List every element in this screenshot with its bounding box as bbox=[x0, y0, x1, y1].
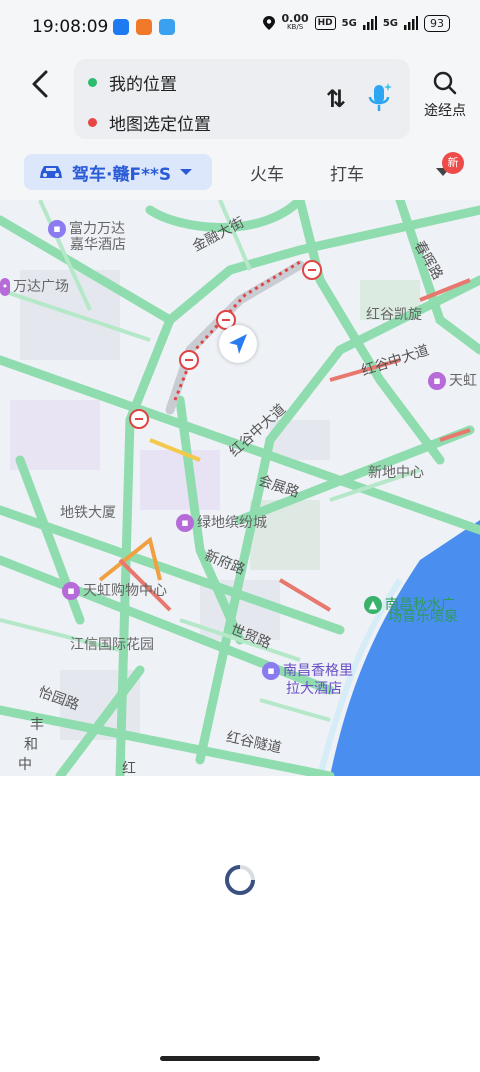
hotel-icon: ▪ bbox=[48, 220, 66, 238]
poi-shangrila[interactable]: ▪ 南昌香格里 bbox=[262, 660, 353, 680]
weather-app-icon bbox=[159, 19, 175, 35]
road-closure-icon[interactable] bbox=[179, 350, 199, 370]
chevron-down-icon bbox=[180, 169, 193, 175]
map-app-icon bbox=[136, 19, 152, 35]
navigation-arrow-icon bbox=[229, 334, 247, 354]
status-indicators: 0.00 KB/S HD 5G 5G 93 bbox=[262, 12, 450, 32]
poi-tianhong-mall[interactable]: ▪ 天虹购物中心 bbox=[62, 580, 167, 600]
signal-bars-1-icon bbox=[362, 16, 377, 30]
signal-1-label: 5G bbox=[341, 17, 357, 29]
road-closure-icon[interactable] bbox=[302, 260, 322, 280]
poi-lvdi-text: 绿地缤纷城 bbox=[197, 515, 267, 531]
shopping-bag-icon: ▪ bbox=[428, 372, 446, 390]
hd-badge: HD bbox=[314, 16, 336, 30]
shopping-bag-icon: • bbox=[0, 278, 10, 296]
map-roads bbox=[0, 200, 480, 776]
voice-mic-icon[interactable] bbox=[366, 81, 394, 115]
poi-qiushui-line2: 场音乐喷泉 bbox=[388, 609, 458, 625]
status-time: 19:08:09 bbox=[32, 17, 109, 37]
poi-wanda-text: 万达广场 bbox=[13, 279, 69, 295]
poi-shangrila-line2: 拉大酒店 bbox=[286, 681, 342, 697]
loading-spinner-icon bbox=[225, 865, 255, 895]
road-hong: 红 bbox=[122, 761, 136, 776]
swap-route-icon[interactable]: ⇅ bbox=[326, 85, 346, 113]
map-view[interactable]: ▪ 富力万达 嘉华酒店 • 万达广场 金融大街 春晖路 红谷凯旋 红谷中大道 ▪ 天虹… bbox=[0, 200, 480, 776]
poi-lvdi[interactable]: ▪ 绿地缤纷城 bbox=[176, 512, 267, 532]
destination-row[interactable]: 地图选定位置 bbox=[88, 111, 211, 135]
current-location-marker bbox=[219, 325, 257, 363]
route-input-box: 我的位置 地图选定位置 ⇅ bbox=[74, 59, 410, 139]
poi-wanda[interactable]: • 万达广场 bbox=[0, 276, 69, 296]
road-he: 和 bbox=[24, 737, 38, 753]
signal-bars-2-icon bbox=[404, 16, 418, 30]
route-header: 我的位置 地图选定位置 ⇅ 途经点 驾车·赣F**S 火车 打车 新 bbox=[0, 56, 480, 200]
poi-ditie[interactable]: 地铁大厦 bbox=[60, 502, 116, 522]
shopping-bag-icon: ▪ bbox=[176, 514, 194, 532]
transport-tabs: 驾车·赣F**S 火车 打车 新 bbox=[0, 152, 480, 192]
poi-fuli-line2: 嘉华酒店 bbox=[70, 237, 126, 253]
tab-train[interactable]: 火车 bbox=[250, 160, 284, 185]
poi-tianhong-right[interactable]: ▪ 天虹 bbox=[428, 370, 477, 390]
poi-shangrila-line1: 南昌香格里 bbox=[283, 663, 353, 679]
location-app-icon bbox=[113, 19, 129, 35]
poi-tianhong-mall-text: 天虹购物中心 bbox=[83, 583, 167, 599]
tab-taxi[interactable]: 打车 bbox=[330, 160, 364, 185]
park-icon: ▲ bbox=[364, 596, 382, 614]
destination-text: 地图选定位置 bbox=[109, 114, 211, 135]
net-speed: 0.00 KB/S bbox=[281, 12, 309, 32]
road-feng: 丰 bbox=[30, 717, 44, 733]
road-closure-icon[interactable] bbox=[129, 409, 149, 429]
origin-text: 我的位置 bbox=[109, 74, 177, 95]
battery-indicator: 93 bbox=[424, 14, 450, 32]
bottom-strip bbox=[0, 1052, 480, 1072]
new-badge: 新 bbox=[442, 152, 464, 174]
poi-xindi[interactable]: 新地中心 bbox=[368, 462, 424, 482]
poi-jiangxin[interactable]: 江信国际花园 bbox=[70, 634, 154, 654]
tab-drive-label: 驾车·赣F**S bbox=[72, 164, 172, 185]
route-result-panel bbox=[0, 776, 480, 1052]
more-tabs-button[interactable]: 新 bbox=[416, 152, 480, 192]
origin-dot-icon bbox=[88, 77, 97, 87]
status-bar: 19:08:09 0.00 KB/S HD 5G 5G 93 bbox=[0, 0, 480, 56]
location-pin-icon bbox=[262, 16, 275, 30]
origin-row[interactable]: 我的位置 bbox=[88, 71, 177, 95]
car-icon bbox=[40, 166, 62, 178]
signal-2-label: 5G bbox=[382, 17, 398, 29]
road-zhong: 中 bbox=[18, 757, 32, 773]
destination-dot-icon bbox=[88, 117, 97, 127]
shopping-bag-icon: ▪ bbox=[62, 582, 80, 600]
tab-drive[interactable]: 驾车·赣F**S bbox=[24, 154, 212, 190]
waypoint-button[interactable]: 途经点 bbox=[420, 70, 470, 120]
net-speed-value: 0.00 bbox=[281, 12, 309, 25]
search-icon bbox=[433, 71, 457, 95]
poi-tianhong-right-text: 天虹 bbox=[449, 373, 477, 389]
back-arrow-icon[interactable] bbox=[26, 66, 58, 102]
hotel-icon: ▪ bbox=[262, 662, 280, 680]
home-indicator[interactable] bbox=[160, 1056, 320, 1061]
poi-honggu-kaixuan[interactable]: 红谷凯旋 bbox=[366, 304, 422, 324]
waypoint-label: 途经点 bbox=[424, 103, 466, 119]
